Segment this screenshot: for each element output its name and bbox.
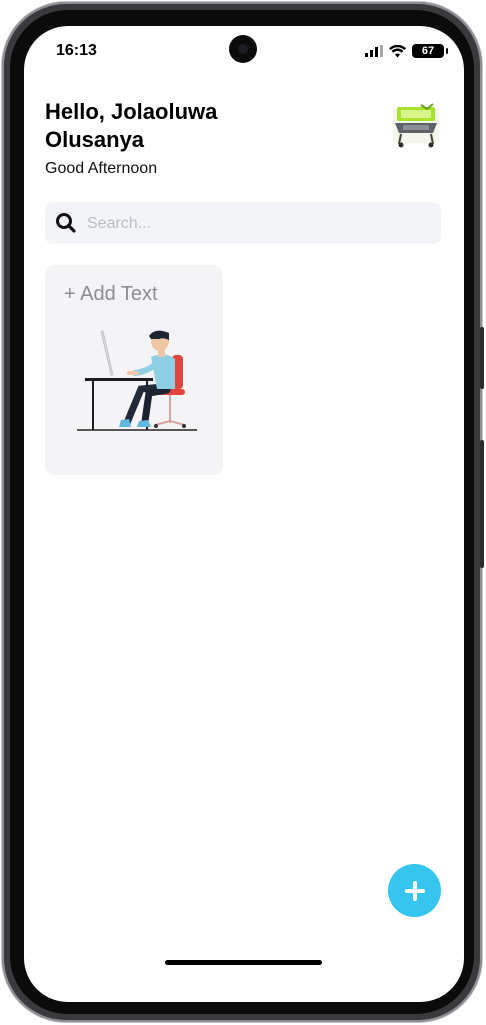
note-card-title: + Add Text [64, 283, 158, 305]
greeting-subtitle: Good Afternoon [45, 160, 158, 177]
greeting-title: Hello, Jolaoluwa Olusanya [45, 99, 218, 152]
status-time: 16:13 [56, 42, 97, 59]
front-camera [229, 35, 257, 63]
note-card[interactable]: + Add Text [45, 265, 223, 475]
wifi-icon [389, 44, 406, 57]
add-note-fab[interactable] [388, 864, 441, 917]
cellular-signal-icon [365, 45, 383, 57]
phone-frame: 16:13 67 Hello, Jolaoluwa Olusanya Good … [2, 2, 484, 1022]
search-input[interactable] [85, 202, 429, 246]
battery-icon: 67 [412, 44, 448, 58]
plus-icon [404, 880, 425, 901]
home-indicator[interactable] [165, 960, 322, 965]
phone-side-button-lower [480, 440, 484, 568]
search-bar[interactable] [45, 202, 441, 246]
search-icon [56, 213, 76, 233]
phone-side-button-upper [480, 327, 484, 389]
laptop-avatar-icon[interactable] [391, 103, 441, 149]
person-at-desk-illustration [77, 330, 197, 431]
app-screen: 16:13 67 Hello, Jolaoluwa Olusanya Good … [24, 26, 464, 1002]
status-icons: 67 [365, 42, 448, 60]
